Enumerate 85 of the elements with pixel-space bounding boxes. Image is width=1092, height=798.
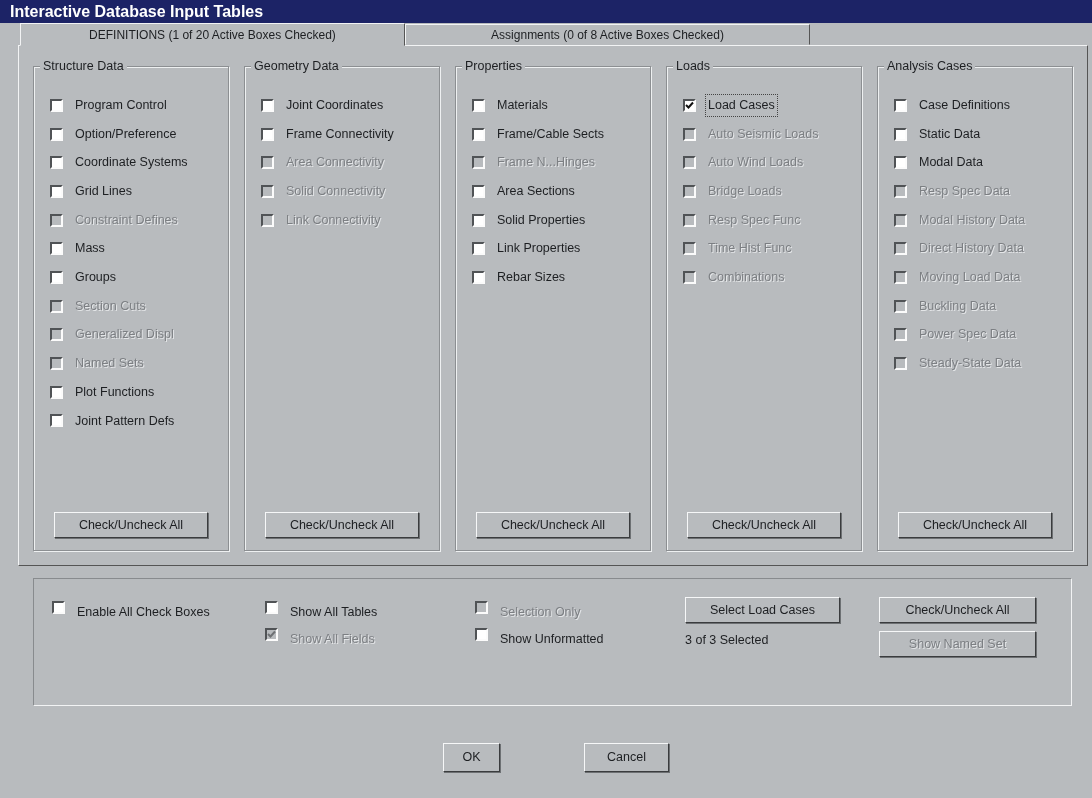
checkbox-label: Case Definitions — [918, 96, 1011, 114]
checkbox[interactable] — [50, 184, 63, 198]
checkbox[interactable] — [472, 127, 485, 141]
checkbox-label: Solid Connectivity — [285, 183, 387, 201]
checkbox[interactable] — [52, 601, 65, 614]
side-button[interactable]: Check/Uncheck All — [879, 597, 1036, 623]
checkbox-label: Solid Properties — [496, 211, 587, 229]
checkbox[interactable] — [261, 98, 274, 112]
checkbox-label: Enable All Check Boxes — [76, 604, 211, 621]
checkbox-label: Moving Load Data — [918, 269, 1022, 287]
checkbox-label: Modal History Data — [918, 211, 1027, 229]
checkbox-label: Plot Functions — [74, 383, 156, 401]
checkbox-label: Grid Lines — [74, 183, 133, 201]
checkbox-label: Auto Seismic Loads — [707, 125, 820, 143]
checkbox-label: Load Cases — [705, 93, 778, 117]
tab[interactable]: Assignments (0 of 8 Active Boxes Checked) — [405, 24, 810, 45]
check-uncheck-all-button[interactable]: Check/Uncheck All — [898, 512, 1052, 538]
checkbox[interactable] — [472, 270, 485, 284]
checkbox-label: Bridge Loads — [707, 183, 783, 201]
checkbox[interactable] — [472, 98, 485, 112]
checkbox[interactable] — [894, 127, 907, 141]
checkbox-label: Frame N...Hinges — [496, 154, 596, 172]
checkbox-label: Modal Data — [918, 154, 984, 172]
checkbox[interactable] — [50, 242, 63, 256]
checkbox-label: Combinations — [707, 269, 786, 287]
checkbox-label: Joint Pattern Defs — [74, 412, 176, 430]
checkbox[interactable] — [475, 628, 488, 641]
checkbox-label: Option/Preference — [74, 125, 178, 143]
checkbox-label: Mass — [74, 240, 106, 258]
checkbox-label: Steady-State Data — [918, 355, 1023, 373]
checkbox[interactable] — [472, 242, 485, 256]
window-title: Interactive Database Input Tables — [0, 0, 1092, 23]
checkbox-label: Area Sections — [496, 183, 576, 201]
checkbox[interactable] — [472, 213, 485, 227]
checkbox[interactable] — [265, 601, 278, 614]
checkbox-label: Auto Wind Loads — [707, 154, 805, 172]
group-title: Analysis Cases — [884, 59, 976, 74]
checkbox[interactable] — [50, 414, 63, 428]
checkbox[interactable] — [50, 127, 63, 141]
select-load-cases-button[interactable]: Select Load Cases — [685, 597, 840, 623]
group-title: Properties — [462, 59, 525, 74]
checkbox-label: Static Data — [918, 125, 982, 143]
ok-button[interactable]: OK — [443, 743, 500, 772]
checkbox-label: Area Connectivity — [285, 154, 385, 172]
checkbox-label: Show All Fields — [289, 631, 376, 648]
checkbox-label: Section Cuts — [74, 297, 147, 315]
checkbox[interactable] — [50, 98, 63, 112]
checkbox-label: Program Control — [74, 96, 168, 114]
checkbox[interactable] — [894, 98, 907, 112]
checkbox-label: Materials — [496, 96, 549, 114]
checkbox-label: Joint Coordinates — [285, 96, 385, 114]
checkbox-label: Resp Spec Data — [918, 183, 1012, 201]
check-uncheck-all-button[interactable]: Check/Uncheck All — [687, 512, 841, 538]
checkbox-label: Groups — [74, 269, 117, 287]
checkbox-label: Buckling Data — [918, 297, 998, 315]
checkbox-label: Frame/Cable Sects — [496, 125, 605, 143]
checkbox-label: Time Hist Func — [707, 240, 793, 258]
check-uncheck-all-button[interactable]: Check/Uncheck All — [54, 512, 208, 538]
checkbox-label: Generalized Displ — [74, 326, 175, 344]
checkbox-label: Power Spec Data — [918, 326, 1018, 344]
group-title: Geometry Data — [251, 59, 342, 74]
checkbox-label: Rebar Sizes — [496, 269, 567, 287]
checkbox[interactable] — [472, 184, 485, 198]
checkbox-label: Link Properties — [496, 240, 582, 258]
checkbox[interactable] — [683, 98, 696, 112]
checkbox[interactable] — [894, 156, 907, 170]
check-uncheck-all-button[interactable]: Check/Uncheck All — [476, 512, 630, 538]
check-uncheck-all-button[interactable]: Check/Uncheck All — [265, 512, 419, 538]
checkbox-label: Link Connectivity — [285, 211, 382, 229]
checkbox-label: Direct History Data — [918, 240, 1025, 258]
checkbox-label: Constraint Defines — [74, 211, 179, 229]
checkbox[interactable] — [261, 127, 274, 141]
selection-status: 3 of 3 Selected — [685, 632, 770, 649]
checkbox-label: Coordinate Systems — [74, 154, 189, 172]
cancel-button[interactable]: Cancel — [584, 743, 669, 772]
checkbox[interactable] — [50, 156, 63, 170]
checkbox-label: Selection Only — [499, 604, 582, 621]
checkbox-label: Named Sets — [74, 355, 145, 373]
checkbox[interactable] — [50, 270, 63, 284]
checkbox-label: Resp Spec Func — [707, 211, 802, 229]
checkbox-label: Frame Connectivity — [285, 125, 395, 143]
checkbox[interactable] — [50, 385, 63, 399]
checkbox-label: Show Unformatted — [499, 631, 605, 648]
checkbox-label: Show All Tables — [289, 604, 379, 621]
tab[interactable]: DEFINITIONS (1 of 20 Active Boxes Checked) — [20, 23, 405, 46]
